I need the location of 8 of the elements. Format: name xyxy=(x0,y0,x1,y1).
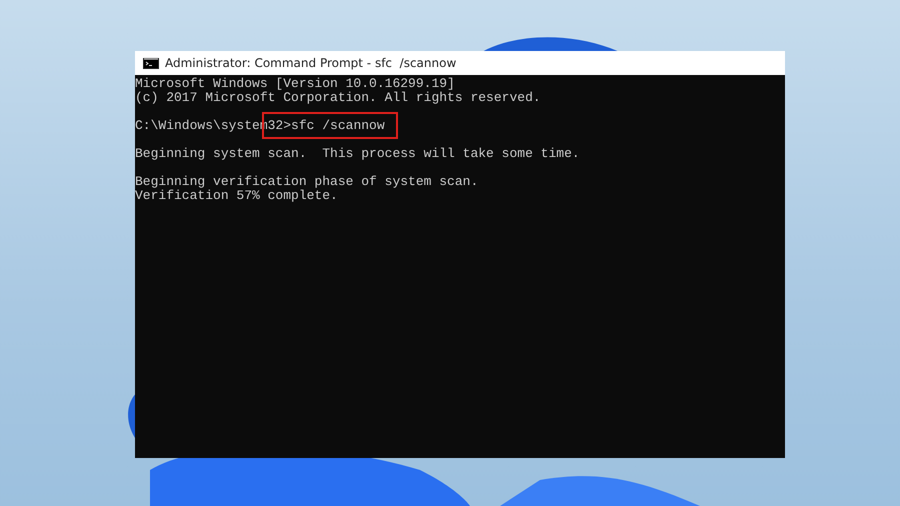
console-output-line: Verification 57% complete. xyxy=(135,189,339,203)
console-output-line: (c) 2017 Microsoft Corporation. All rights reserved. xyxy=(135,91,542,105)
console-output-line: Beginning verification phase of system scan. xyxy=(135,175,480,189)
console-icon xyxy=(143,58,159,68)
window-title: Administrator: Command Prompt - sfc /scannow xyxy=(165,56,456,70)
console-output-line: Microsoft Windows [Version 10.0.16299.19] xyxy=(135,77,456,91)
command-text: sfc /scannow xyxy=(291,118,385,133)
console-output-line: Beginning system scan. This process will take some time. xyxy=(135,147,581,161)
